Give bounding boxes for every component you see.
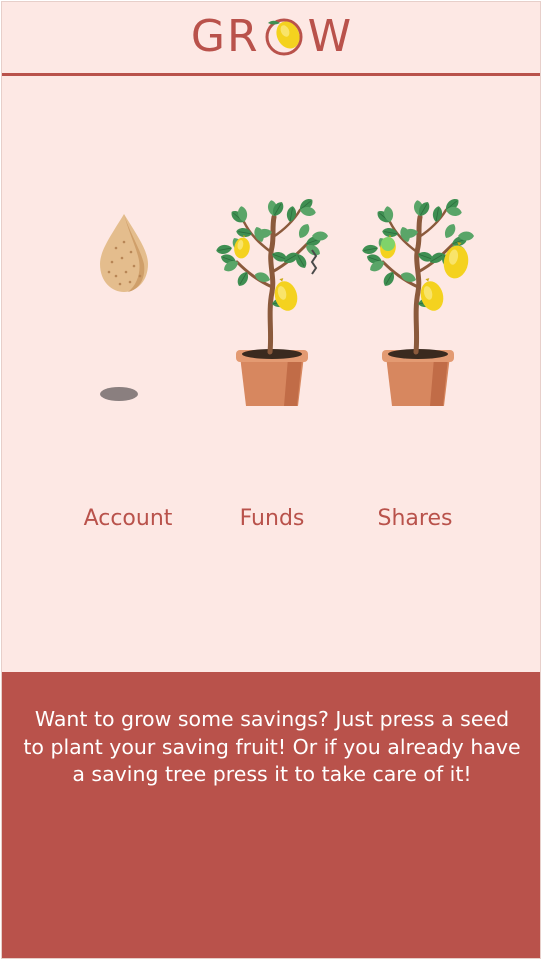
app-header: GR W [2,2,540,76]
shares-tree-button[interactable] [348,192,488,422]
info-panel: Want to grow some savings? Just press a … [2,672,540,958]
funds-tree-button[interactable] [202,192,342,422]
info-message: Want to grow some savings? Just press a … [23,707,521,786]
app-screen: GR W Account Funds Shares Want to grow s… [1,1,541,959]
funds-label[interactable]: Funds [192,506,352,531]
account-label[interactable]: Account [48,506,208,531]
account-seed-button[interactable] [54,192,194,422]
seed-icon [100,214,148,401]
logo-text-right: W [307,11,354,62]
header-divider [2,73,540,76]
shares-label[interactable]: Shares [335,506,495,531]
app-logo: GR W [2,11,540,62]
lemon-tree-icon [348,192,488,422]
lemon-icon [265,18,303,56]
logo-text-left: GR [190,11,260,62]
lemon-tree-icon [202,192,342,422]
